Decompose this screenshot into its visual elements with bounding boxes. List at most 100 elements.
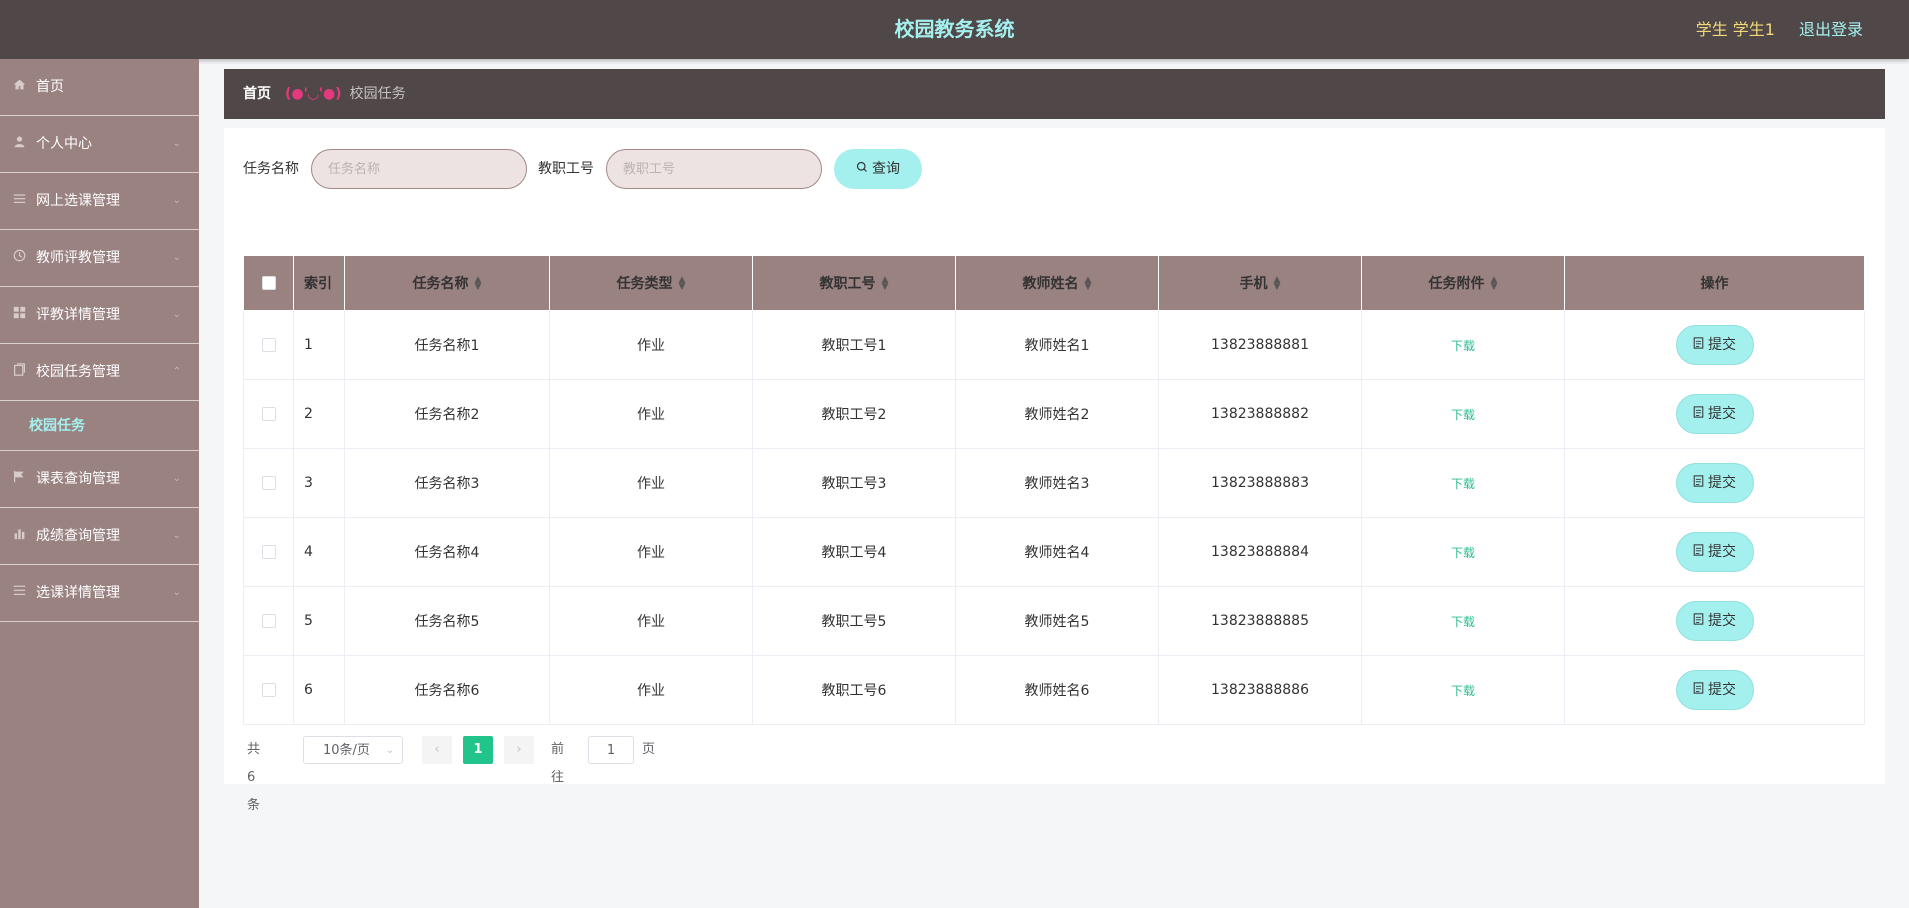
sort-icon[interactable]: ▲ ▼ [475,276,482,292]
chevron-down-icon: ⌄ [172,195,181,206]
sort-icon[interactable]: ▲ ▼ [1085,276,1092,292]
document-icon [12,363,26,377]
breadcrumb-home[interactable]: 首页 [243,86,271,102]
user-icon [12,135,26,149]
cell-task-name: 任务名称4 [344,517,550,587]
sidebar-item-personal-center[interactable]: 个人中心 ⌄ [0,116,199,173]
cell-task-name: 任务名称2 [344,379,550,449]
column-header-label: 任务类型 [616,276,673,292]
submit-button[interactable]: 提交 [1675,325,1754,365]
download-link[interactable]: 下载 [1451,408,1475,422]
sidebar-item-timetable[interactable]: 课表查询管理 ⌄ [0,451,199,508]
row-checkbox[interactable] [261,476,276,490]
chevron-down-icon: ⌄ [172,530,181,541]
document-icon [1693,326,1704,364]
row-checkbox[interactable] [261,338,276,352]
sidebar-item-label: 网上选课管理 [36,193,120,209]
cell-phone: 13823888884 [1158,517,1362,587]
sidebar-item-selection-details[interactable]: 选课详情管理 ⌄ [0,565,199,622]
sort-icon[interactable]: ▲ ▼ [679,276,686,292]
query-button[interactable]: 查询 [834,149,922,189]
sort-icon[interactable]: ▲ ▼ [882,276,889,292]
column-header-task-name[interactable]: 任务名称 ▲ ▼ [344,255,550,311]
row-select-cell [243,586,294,656]
grid-icon [12,306,26,320]
column-header-staff-id[interactable]: 教职工号 ▲ ▼ [752,255,956,311]
row-select-cell [243,310,294,380]
cell-index: 6 [293,655,345,725]
chevron-down-icon: ⌄ [172,309,181,320]
main-panel: 任务名称 教职工号 查询 索引 任务名称 ▲▼ 任务类型 ▲▼ 教职工号 ▲▼ 教师姓… [224,128,1885,813]
download-link[interactable]: 下载 [1451,477,1475,491]
row-checkbox[interactable] [261,545,276,559]
document-icon [1693,602,1704,640]
row-checkbox[interactable] [261,683,276,697]
submit-button-label: 提交 [1708,613,1736,629]
submit-button-label: 提交 [1708,337,1736,353]
cell-teacher-name: 教师姓名3 [955,448,1159,518]
download-link[interactable]: 下载 [1451,546,1475,560]
page-size-select[interactable]: 10条/页 ⌄ [303,736,403,764]
task-name-input[interactable] [311,149,527,189]
table-row: 5 任务名称5 作业 教职工号5 教师姓名5 13823888885 下载 提交 [243,586,1865,656]
cell-actions: 提交 [1564,655,1865,725]
logout-link[interactable]: 退出登录 [1799,0,1863,59]
submit-button[interactable]: 提交 [1675,394,1754,434]
column-header-task-type[interactable]: 任务类型 ▲ ▼ [549,255,753,311]
row-select-cell [243,655,294,725]
cell-attachment: 下载 [1361,379,1565,449]
row-checkbox[interactable] [261,407,276,421]
table-row: 3 任务名称3 作业 教职工号3 教师姓名3 13823888883 下载 提交 [243,448,1865,518]
submit-button[interactable]: 提交 [1675,532,1754,572]
column-header-label: 教师姓名 [1022,276,1079,292]
download-link[interactable]: 下载 [1451,339,1475,353]
sidebar: 首页 个人中心 ⌄ 网上选课管理 ⌄ 教师评教管理 ⌄ 评教详情管理 ⌄ 校园任… [0,59,199,908]
top-header: 校园教务系统 学生 学生1 退出登录 [0,0,1909,59]
sidebar-item-evaluation-details[interactable]: 评教详情管理 ⌄ [0,287,199,344]
cell-attachment: 下载 [1361,448,1565,518]
submit-button[interactable]: 提交 [1675,670,1754,710]
row-checkbox[interactable] [261,614,276,628]
bar-chart-icon [12,527,26,541]
sidebar-subitem-campus-task[interactable]: 校园任务 [0,401,199,451]
cell-index: 4 [293,517,345,587]
cell-task-name: 任务名称6 [344,655,550,725]
breadcrumb-separator: (●'◡'●) [285,86,342,102]
sidebar-item-course-selection[interactable]: 网上选课管理 ⌄ [0,173,199,230]
select-all-cell [243,255,294,311]
chevron-down-icon: ⌄ [172,587,181,598]
sidebar-item-home[interactable]: 首页 [0,59,199,116]
page-size-value: 10条/页 [323,743,370,758]
prev-page-button[interactable]: ‹ [422,736,452,764]
row-select-cell [243,379,294,449]
column-header-index: 索引 [293,255,345,311]
sidebar-item-label: 成绩查询管理 [36,528,120,544]
next-page-button[interactable]: › [504,736,534,764]
sidebar-item-campus-tasks[interactable]: 校园任务管理 ⌃ [0,344,199,401]
row-select-cell [243,448,294,518]
sort-icon[interactable]: ▲ ▼ [1491,276,1498,292]
select-all-checkbox[interactable] [261,276,276,290]
sidebar-item-grades[interactable]: 成绩查询管理 ⌄ [0,508,199,565]
column-header-attachment[interactable]: 任务附件 ▲ ▼ [1361,255,1565,311]
staff-id-input[interactable] [606,149,822,189]
download-link[interactable]: 下载 [1451,684,1475,698]
document-icon [1693,671,1704,709]
query-button-label: 查询 [872,161,900,177]
download-link[interactable]: 下载 [1451,615,1475,629]
cell-phone: 13823888885 [1158,586,1362,656]
page-number-button[interactable]: 1 [463,736,493,764]
document-icon [1693,533,1704,571]
submit-button[interactable]: 提交 [1675,463,1754,503]
goto-page-input[interactable]: 1 [588,736,634,764]
column-header-phone[interactable]: 手机 ▲ ▼ [1158,255,1362,311]
submit-button[interactable]: 提交 [1675,601,1754,641]
task-table: 索引 任务名称 ▲ ▼ 任务类型 ▲ ▼ 教职工号 ▲ ▼ 教师姓名 ▲ ▼ 手机 ▲ ▼ 任务附件… [243,255,1865,725]
chevron-down-icon: ⌄ [385,745,394,756]
row-select-cell [243,517,294,587]
cell-actions: 提交 [1564,517,1865,587]
sort-icon[interactable]: ▲ ▼ [1274,276,1281,292]
staff-id-label: 教职工号 [538,161,594,177]
column-header-teacher-name[interactable]: 教师姓名 ▲ ▼ [955,255,1159,311]
sidebar-item-teacher-evaluation[interactable]: 教师评教管理 ⌄ [0,230,199,287]
